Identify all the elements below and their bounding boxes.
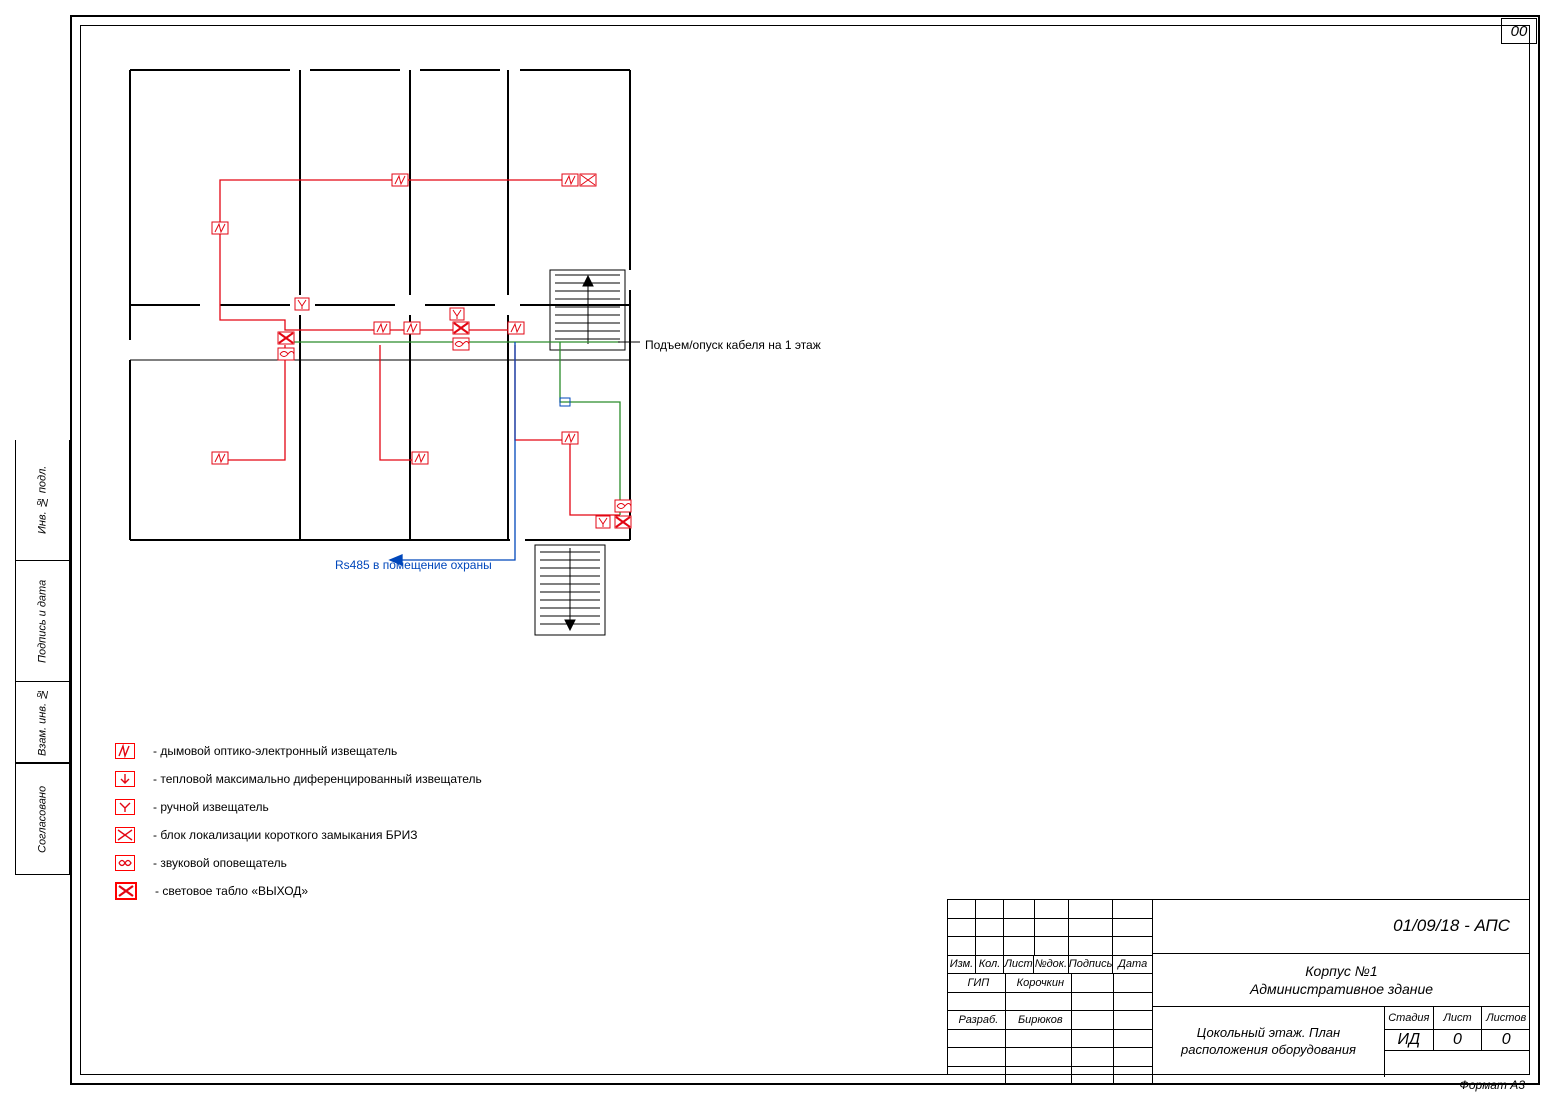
legend-row-heat: - тепловой максимально диференцированный… [115, 770, 482, 788]
role-razrab: Разраб. [948, 1011, 1006, 1029]
legend-row-smoke: - дымовой оптико-электронный извещатель [115, 742, 482, 760]
annotation-rs485: Rs485 в помещение охраны [335, 558, 492, 572]
col-podp: Подпись [1069, 956, 1114, 974]
name-gip: Корочкин [1006, 974, 1072, 992]
side-stamp-agreed: Согласовано [15, 763, 70, 875]
col-list2: Лист [1434, 1007, 1483, 1029]
object-line2: Административное здание [1250, 981, 1433, 997]
object-line1: Корпус №1 [1305, 963, 1377, 979]
format-label: Формат А3 [1459, 1078, 1525, 1092]
side-stamp-small-grid [15, 440, 70, 540]
smoke-detector-icon [115, 743, 135, 759]
col-data: Дата [1113, 956, 1153, 974]
titleblock-left-grid: Изм. Кол. Лист №док. Подпись Дата ГИП Ко… [948, 900, 1153, 1075]
sheet-title-line2: расположения оборудования [1181, 1042, 1356, 1057]
side-stamp-sign-date: Подпись и дата [15, 561, 70, 682]
col-list: Лист [1004, 956, 1034, 974]
legend-text: - тепловой максимально диференцированный… [153, 772, 482, 786]
col-listov: Листов [1482, 1007, 1530, 1029]
legend-text: - ручной извещатель [153, 800, 269, 814]
legend-text: - дымовой оптико-электронный извещатель [153, 744, 397, 758]
col-izm: Изм. [948, 956, 976, 974]
page-number-box: 00 [1501, 18, 1537, 44]
sheet-title: Цокольный этаж. План расположения оборуд… [1153, 1007, 1385, 1077]
legend-row-exit: - световое табло «ВЫХОД» [115, 882, 482, 900]
project-code: 01/09/18 - АПС [1153, 900, 1530, 954]
val-list: 0 [1434, 1030, 1483, 1050]
object-name: Корпус №1 Административное здание [1153, 954, 1530, 1008]
legend-row-manual: - ручной извещатель [115, 798, 482, 816]
legend-text: - блок локализации короткого замыкания Б… [153, 828, 418, 842]
annotation-cable-riser: Подъем/опуск кабеля на 1 этаж [645, 338, 821, 352]
legend-row-sounder: - звуковой оповещатель [115, 854, 482, 872]
floor-plan [120, 60, 640, 640]
val-listov: 0 [1482, 1030, 1530, 1050]
sounder-icon [115, 855, 135, 871]
legend: - дымовой оптико-электронный извещатель … [115, 742, 482, 910]
col-stadiya: Стадия [1385, 1007, 1434, 1029]
role-gip: ГИП [948, 974, 1006, 992]
col-kol: Кол. [976, 956, 1004, 974]
sheet-title-line1: Цокольный этаж. План [1197, 1025, 1340, 1040]
legend-text: - звуковой оповещатель [153, 856, 287, 870]
legend-row-briz: - блок локализации короткого замыкания Б… [115, 826, 482, 844]
manual-callpoint-icon [115, 799, 135, 815]
heat-detector-icon [115, 771, 135, 787]
title-block: Изм. Кол. Лист №док. Подпись Дата ГИП Ко… [947, 899, 1530, 1075]
page-number: 00 [1511, 23, 1528, 40]
exit-sign-icon [115, 882, 137, 900]
legend-text: - световое табло «ВЫХОД» [155, 884, 308, 898]
briz-isolator-icon [115, 827, 135, 843]
col-ndok: №док. [1034, 956, 1069, 974]
name-razrab: Бирюков [1006, 1011, 1072, 1029]
val-stadiya: ИД [1385, 1030, 1434, 1050]
side-stamp-vz-inv: Взам. инв. № [15, 682, 70, 763]
